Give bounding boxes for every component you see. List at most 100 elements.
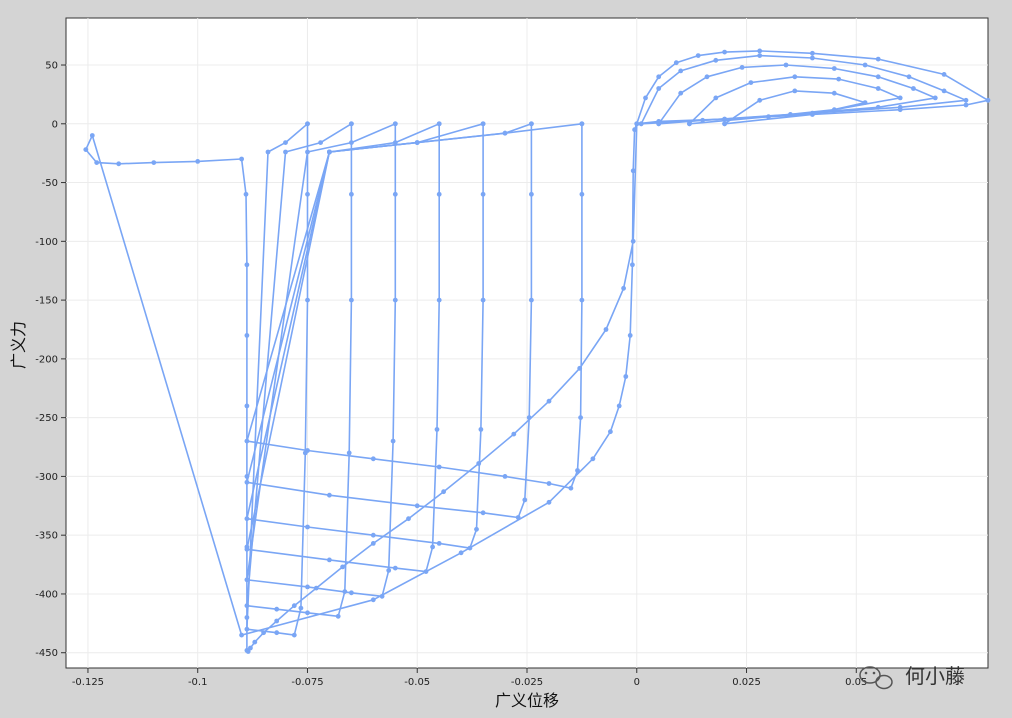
data-point xyxy=(244,333,250,338)
data-point xyxy=(305,121,310,127)
data-point xyxy=(875,104,881,110)
data-point xyxy=(392,121,398,127)
data-point xyxy=(632,127,637,133)
data-point xyxy=(963,97,969,103)
data-point xyxy=(414,503,420,509)
data-point xyxy=(283,149,288,155)
data-point xyxy=(695,53,701,58)
data-point xyxy=(349,191,354,197)
data-point xyxy=(283,140,288,146)
y-tick-label: -300 xyxy=(35,472,58,483)
x-tick-label: 0.05 xyxy=(845,677,867,688)
data-point xyxy=(906,74,912,80)
data-point xyxy=(875,56,881,62)
data-point xyxy=(305,297,310,303)
y-tick-label: -50 xyxy=(42,178,58,189)
data-point xyxy=(474,526,479,532)
data-point xyxy=(792,74,798,80)
data-point xyxy=(239,632,245,638)
data-point xyxy=(349,121,354,127)
data-point xyxy=(678,90,684,96)
x-tick-label: -0.075 xyxy=(291,677,323,688)
data-point xyxy=(757,48,763,54)
data-point xyxy=(568,485,574,491)
data-point xyxy=(478,427,484,432)
data-point xyxy=(911,86,916,91)
data-point xyxy=(630,238,636,244)
data-point xyxy=(318,140,323,146)
data-point xyxy=(83,147,89,153)
data-point xyxy=(783,62,789,68)
x-axis-title: 广义位移 xyxy=(495,691,559,710)
data-point xyxy=(529,297,534,303)
data-point xyxy=(687,121,692,127)
data-point xyxy=(195,159,201,164)
data-point xyxy=(244,546,250,552)
data-point xyxy=(656,121,662,127)
data-point xyxy=(810,50,815,56)
data-point xyxy=(480,121,486,127)
data-point xyxy=(941,72,947,77)
data-point xyxy=(643,95,648,101)
data-point xyxy=(244,479,250,485)
data-point xyxy=(963,102,969,108)
data-point xyxy=(502,474,508,479)
x-tick-label: -0.1 xyxy=(188,677,208,688)
data-point xyxy=(630,168,636,174)
data-point xyxy=(875,86,881,91)
chart-canvas: -0.125 -0.1 -0.075 -0.05 -0.025 0 0.025 0.05 50 0… xyxy=(9,17,991,710)
data-point xyxy=(458,550,464,556)
data-point xyxy=(792,88,798,94)
data-point xyxy=(346,450,352,456)
data-point xyxy=(436,541,442,546)
data-point xyxy=(546,398,552,404)
data-point xyxy=(291,632,297,638)
data-point xyxy=(434,427,440,432)
data-point xyxy=(634,121,640,127)
data-point xyxy=(379,593,385,599)
data-point xyxy=(436,297,442,303)
x-tick-label: 0 xyxy=(634,677,640,688)
data-point xyxy=(704,74,710,80)
data-point xyxy=(590,456,596,462)
data-point xyxy=(392,565,398,571)
data-point xyxy=(579,191,585,197)
data-point xyxy=(305,584,310,590)
data-point xyxy=(244,438,250,444)
data-point xyxy=(810,112,815,117)
data-point xyxy=(349,297,354,303)
data-point xyxy=(656,74,662,80)
data-point xyxy=(305,610,310,616)
data-point xyxy=(406,516,411,522)
data-point xyxy=(638,121,644,127)
x-tick-label: -0.125 xyxy=(72,677,104,688)
data-point xyxy=(529,191,534,197)
data-point xyxy=(627,333,633,338)
y-tick-label: -100 xyxy=(35,237,58,248)
data-point xyxy=(941,88,947,94)
data-point xyxy=(342,589,348,594)
y-tick-label: -450 xyxy=(35,648,58,659)
data-point xyxy=(522,497,528,503)
y-tick-label: -350 xyxy=(35,531,58,542)
data-point xyxy=(810,55,815,61)
data-point xyxy=(678,68,684,74)
svg-text:何小藤: 何小藤 xyxy=(905,664,965,688)
data-point xyxy=(578,415,583,420)
data-point xyxy=(831,66,837,71)
data-point xyxy=(875,74,881,80)
data-point xyxy=(623,374,629,379)
data-point xyxy=(414,140,420,146)
data-point xyxy=(274,630,280,636)
data-point xyxy=(248,645,253,651)
x-tick-label: -0.05 xyxy=(404,677,430,688)
data-point xyxy=(349,590,354,596)
data-point xyxy=(423,569,429,574)
data-point xyxy=(243,191,249,197)
data-point xyxy=(430,544,435,550)
data-point xyxy=(529,121,534,127)
data-point xyxy=(274,618,280,624)
y-tick-label: 0 xyxy=(52,119,58,130)
data-point xyxy=(244,403,250,409)
data-point xyxy=(89,133,95,138)
